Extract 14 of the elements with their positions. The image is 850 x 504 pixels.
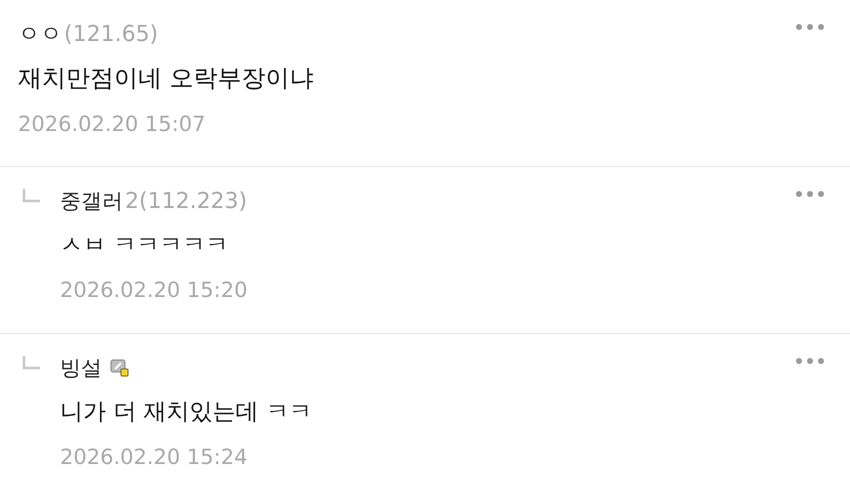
more-options-icon[interactable]	[794, 22, 826, 32]
comment-text: 재치만점이네 오락부장이냐	[18, 63, 315, 94]
comment-date: 2026.02.20 15:24	[60, 445, 248, 469]
author-name[interactable]: ㅇㅇ	[18, 19, 62, 49]
comment-date: 2026.02.20 15:20	[60, 278, 248, 302]
ip-address: 2(112.223)	[125, 188, 248, 214]
author-name[interactable]: 빙설	[60, 354, 102, 382]
comment-text: 니가 더 재치있는데 ㅋㅋ	[60, 398, 313, 427]
more-options-icon[interactable]	[794, 356, 826, 366]
more-options-icon[interactable]	[794, 189, 826, 199]
comment-date: 2026.02.20 15:07	[18, 112, 206, 136]
ip-address: (121.65)	[64, 22, 158, 46]
comment-text: ㅅㅂ ㅋㅋㅋㅋㅋ	[60, 231, 230, 260]
author-name[interactable]: 중갤러	[60, 187, 123, 215]
